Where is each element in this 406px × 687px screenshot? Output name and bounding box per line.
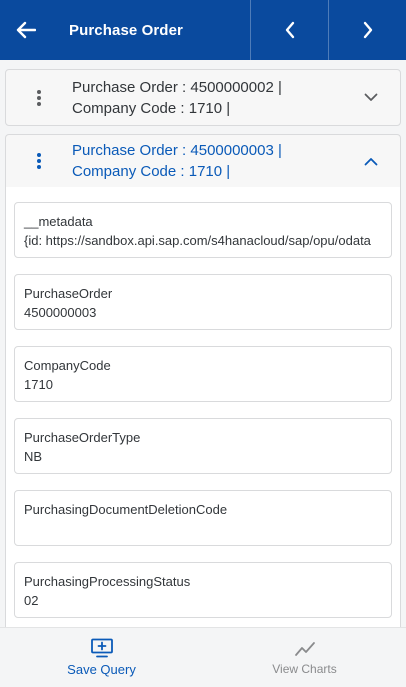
chevron-left-icon (285, 21, 294, 39)
view-charts-label: View Charts (272, 661, 337, 676)
record-company-code: Company Code : 1710 | (72, 163, 231, 180)
field-value: 02 (24, 593, 39, 608)
field-label: PurchaseOrderType (24, 430, 141, 445)
field-value: 4500000003 (24, 305, 97, 320)
back-button[interactable] (0, 0, 52, 60)
field-purchase-order[interactable]: PurchaseOrder 4500000003 (14, 274, 392, 330)
bottom-toolbar: Save Query View Charts (0, 627, 406, 687)
field-label: __metadata (24, 214, 93, 229)
save-query-label: Save Query (67, 662, 136, 677)
kebab-menu-icon (37, 89, 41, 106)
kebab-menu-icon (37, 153, 41, 169)
collapse-button[interactable] (342, 135, 400, 187)
record-card-expanded[interactable]: Purchase Order : 4500000003 | Company Co… (5, 134, 401, 627)
record-header[interactable]: Purchase Order : 4500000002 | Company Co… (6, 70, 400, 125)
field-value: 1710 (24, 377, 53, 392)
save-query-button[interactable]: Save Query (0, 628, 203, 687)
record-summary: Purchase Order : 4500000002 | Company Co… (72, 77, 342, 119)
record-summary: Purchase Order : 4500000003 | Company Co… (72, 140, 342, 182)
chevron-right-icon (363, 21, 372, 39)
record-header[interactable]: Purchase Order : 4500000003 | Company Co… (6, 135, 400, 187)
field-metadata[interactable]: __metadata {id: https://sandbox.api.sap.… (14, 202, 392, 258)
field-label: CompanyCode (24, 358, 111, 373)
field-label: PurchasingProcessingStatus (24, 574, 191, 589)
record-purchase-order: Purchase Order : 4500000003 | (72, 142, 282, 159)
more-options-button[interactable] (6, 135, 72, 187)
chevron-down-icon (364, 93, 378, 101)
record-purchase-order: Purchase Order : 4500000002 | (72, 78, 282, 96)
chevron-up-icon (364, 157, 378, 165)
expand-button[interactable] (342, 70, 400, 125)
field-purchase-order-type[interactable]: PurchaseOrderType NB (14, 418, 392, 474)
field-value: NB (24, 449, 43, 464)
field-company-code[interactable]: CompanyCode 1710 (14, 346, 392, 402)
view-charts-button[interactable]: View Charts (203, 628, 406, 687)
record-company-code: Company Code : 1710 | (72, 99, 231, 117)
page-title: Purchase Order (69, 21, 183, 39)
field-label: PurchaseOrder (24, 286, 113, 301)
record-list[interactable]: Purchase Order : 4500000002 | Company Co… (0, 60, 406, 627)
previous-record-button[interactable] (250, 0, 328, 60)
next-record-button[interactable] (328, 0, 406, 60)
field-value: {id: https://sandbox.api.sap.com/s4hanac… (24, 233, 371, 248)
field-processing-status[interactable]: PurchasingProcessingStatus 02 (14, 562, 392, 618)
save-query-icon (90, 638, 113, 658)
record-card[interactable]: Purchase Order : 4500000002 | Company Co… (5, 69, 401, 126)
line-chart-icon (294, 641, 315, 656)
record-details: __metadata {id: https://sandbox.api.sap.… (6, 187, 400, 627)
more-options-button[interactable] (6, 70, 72, 125)
field-label: PurchasingDocumentDeletionCode (24, 502, 228, 517)
app-header: Purchase Order (0, 0, 406, 60)
field-deletion-code[interactable]: PurchasingDocumentDeletionCode (14, 490, 392, 546)
arrow-left-icon (16, 21, 36, 39)
